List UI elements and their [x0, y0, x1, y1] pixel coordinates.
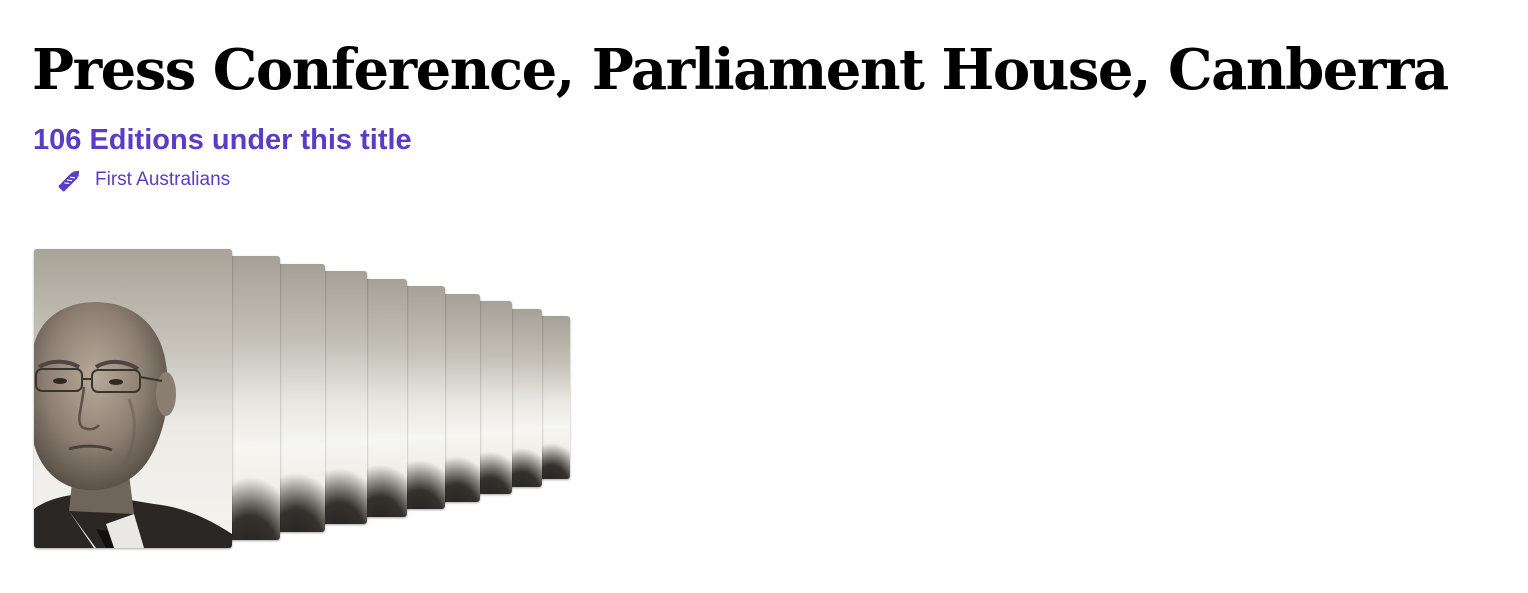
edition-cover-front[interactable]: [34, 249, 232, 548]
edition-cover-stack: [0, 0, 600, 593]
portrait-image: [34, 249, 232, 548]
